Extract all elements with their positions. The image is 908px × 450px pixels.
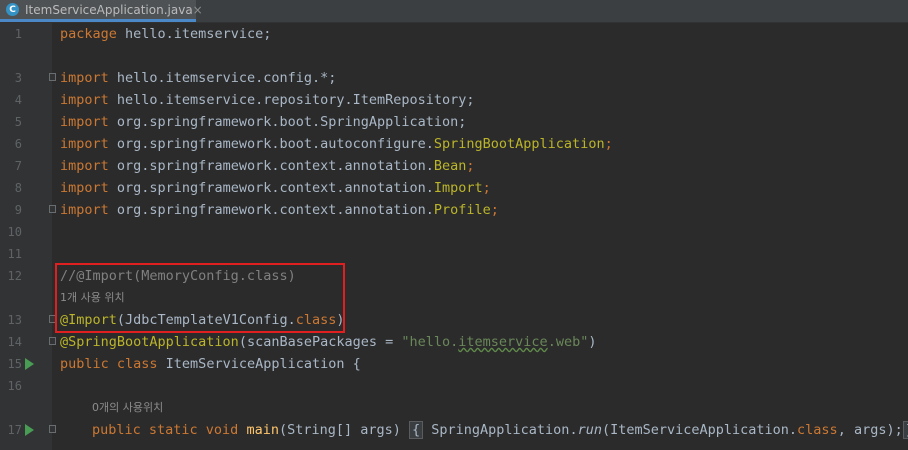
code-text: import hello.itemservice.config.*;: [60, 70, 337, 86]
code-text: import org.springframework.boot.SpringAp…: [60, 114, 467, 130]
code-line-16: 16: [0, 375, 908, 397]
code-text: package hello.itemservice;: [60, 26, 272, 42]
line-number: 15: [7, 357, 22, 371]
folded-brace: }: [902, 421, 908, 439]
line-number: 12: [7, 269, 22, 283]
fold-icon[interactable]: [49, 73, 56, 81]
line-number: 11: [7, 247, 22, 261]
code-text: import hello.itemservice.repository.Item…: [60, 92, 475, 108]
code-line-15: 15 public class ItemServiceApplication {: [0, 353, 908, 375]
line-number: 4: [14, 93, 22, 107]
fold-icon[interactable]: [49, 425, 56, 433]
line-number: 7: [14, 159, 22, 173]
usage-hint-line: 0개의 사용위치: [0, 397, 908, 419]
fold-icon[interactable]: [49, 205, 56, 213]
line-number: 5: [14, 115, 22, 129]
line-number: 8: [14, 181, 22, 195]
code-line-5: 5 import org.springframework.boot.Spring…: [0, 111, 908, 133]
line-number: 16: [7, 379, 22, 393]
run-icon[interactable]: [25, 424, 34, 436]
code-text: import org.springframework.context.annot…: [60, 180, 491, 196]
line-number: 1: [14, 27, 22, 41]
code-text: @SpringBootApplication(scanBasePackages …: [60, 334, 597, 350]
editor-tab-bar: C ItemServiceApplication.java ×: [0, 0, 908, 23]
close-icon[interactable]: ×: [193, 3, 203, 17]
code-line-1: 1 package hello.itemservice;: [0, 23, 908, 45]
code-line-11: 11: [0, 243, 908, 265]
code-text: public static void main(String[] args) {…: [92, 419, 908, 441]
code-line-8: 8 import org.springframework.context.ann…: [0, 177, 908, 199]
fold-icon[interactable]: [49, 337, 56, 345]
java-class-icon: C: [6, 3, 19, 16]
line-number: 6: [14, 137, 22, 151]
usage-hint[interactable]: 0개의 사용위치: [92, 397, 163, 419]
tab-item-service-application[interactable]: C ItemServiceApplication.java ×: [0, 0, 203, 22]
line-number: 9: [14, 203, 22, 217]
line-number: 10: [7, 225, 22, 239]
code-line-3: 3 import hello.itemservice.config.*;: [0, 67, 908, 89]
code-text: public class ItemServiceApplication {: [60, 356, 361, 372]
line-number: 13: [7, 313, 22, 327]
code-line-4: 4 import hello.itemservice.repository.It…: [0, 89, 908, 111]
code-line-7: 7 import org.springframework.context.ann…: [0, 155, 908, 177]
annotation-highlight-box: [55, 263, 345, 333]
code-line-14: 14 @SpringBootApplication(scanBasePackag…: [0, 331, 908, 353]
run-icon[interactable]: [25, 358, 34, 370]
code-editor[interactable]: 1 package hello.itemservice; 3 import he…: [0, 23, 908, 450]
line-number: 3: [14, 71, 22, 85]
tab-filename: ItemServiceApplication.java: [25, 2, 193, 17]
code-line-10: 10: [0, 221, 908, 243]
code-line-6: 6 import org.springframework.boot.autoco…: [0, 133, 908, 155]
line-number: 14: [7, 335, 22, 349]
line-number: 17: [7, 423, 22, 437]
folded-brace: {: [409, 421, 424, 439]
code-text: import org.springframework.context.annot…: [60, 158, 475, 174]
code-line-9: 9 import org.springframework.context.ann…: [0, 199, 908, 221]
code-text: import org.springframework.boot.autoconf…: [60, 136, 613, 152]
code-text: import org.springframework.context.annot…: [60, 202, 499, 218]
code-line-17: 17 public static void main(String[] args…: [0, 419, 908, 441]
